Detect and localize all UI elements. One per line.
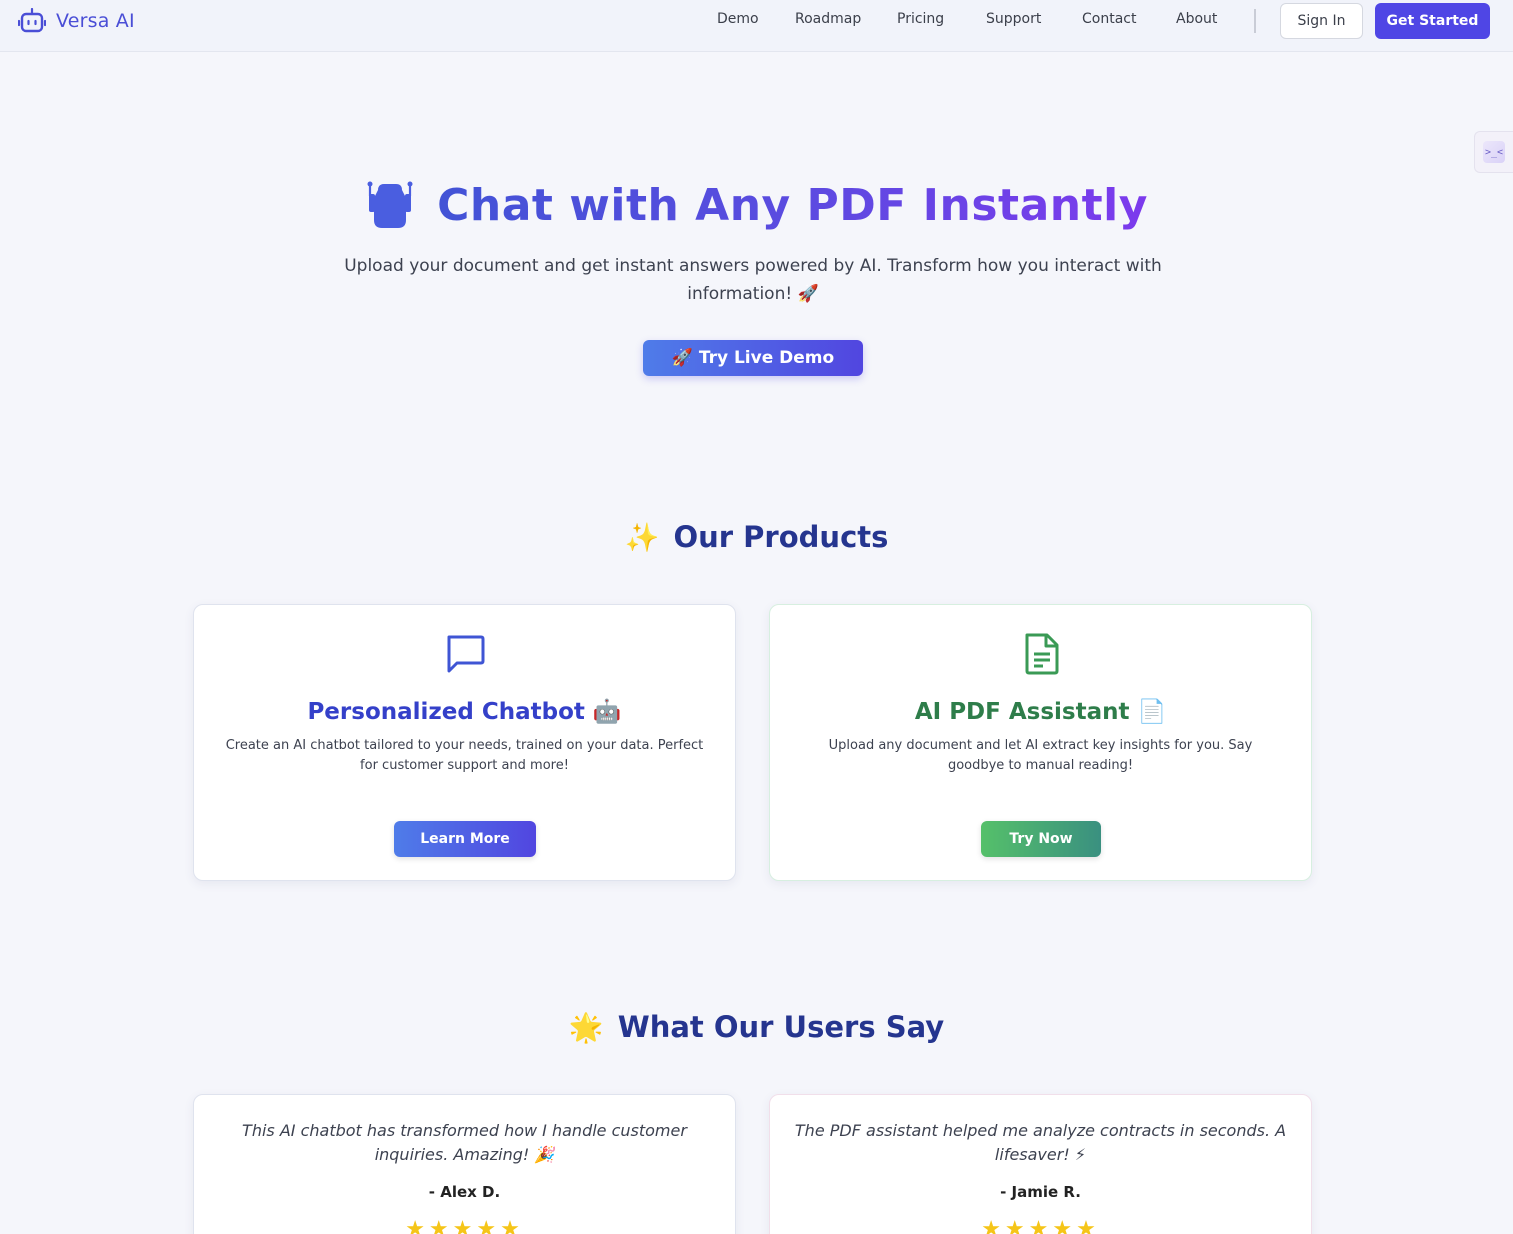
widget-face-icon: >_<	[1483, 141, 1505, 163]
testimonial-card: This AI chatbot has transformed how I ha…	[193, 1094, 736, 1234]
nav-pricing[interactable]: Pricing	[897, 11, 944, 27]
product-description: Upload any document and let AI extract k…	[828, 738, 1253, 773]
products-title: Our Products	[673, 520, 889, 554]
product-card-chatbot: Personalized Chatbot 🤖 Create an AI chat…	[193, 604, 736, 881]
document-icon	[1025, 633, 1059, 675]
get-started-button[interactable]: Get Started	[1375, 3, 1490, 39]
testimonial-author: - Jamie R.	[1000, 1183, 1081, 1201]
sparkles-icon: ✨	[624, 520, 660, 554]
star-rating: ★★★★★	[405, 1217, 524, 1234]
testimonial-card: The PDF assistant helped me analyze cont…	[769, 1094, 1312, 1234]
logo-text: Versa AI	[56, 10, 135, 32]
testimonial-author: - Alex D.	[428, 1183, 501, 1201]
testimonials-heading: 🌟 What Our Users Say	[0, 1007, 1513, 1047]
testimonials-title: What Our Users Say	[617, 1010, 945, 1044]
nav-about[interactable]: About	[1176, 11, 1217, 27]
logo[interactable]: Versa AI	[18, 8, 135, 34]
side-widget-tab[interactable]: >_<	[1474, 131, 1513, 173]
sign-in-button[interactable]: Sign In	[1280, 3, 1363, 39]
nav-support[interactable]: Support	[986, 11, 1041, 27]
chat-bubble-icon	[447, 635, 485, 673]
nav-roadmap[interactable]: Roadmap	[795, 11, 861, 27]
learn-more-button[interactable]: Learn More	[394, 821, 536, 857]
site-header: Versa AI Demo Roadmap Pricing Support Co…	[0, 0, 1513, 52]
nav-divider	[1254, 9, 1256, 33]
robot-icon	[367, 181, 413, 228]
product-description: Create an AI chatbot tailored to your ne…	[225, 738, 704, 773]
try-live-demo-button[interactable]: 🚀 Try Live Demo	[643, 340, 863, 376]
testimonial-quote: The PDF assistant helped me analyze cont…	[794, 1121, 1287, 1164]
product-card-pdf-assistant: AI PDF Assistant 📄 Upload any document a…	[769, 604, 1312, 881]
nav-demo[interactable]: Demo	[717, 11, 759, 27]
glowing-star-icon: 🌟	[568, 1010, 604, 1044]
product-title: AI PDF Assistant 📄	[914, 699, 1167, 725]
try-now-button[interactable]: Try Now	[981, 821, 1101, 857]
testimonial-quote: This AI chatbot has transformed how I ha…	[242, 1121, 687, 1164]
hero-title: Chat with Any PDF Instantly	[437, 179, 1148, 231]
product-title: Personalized Chatbot 🤖	[307, 699, 622, 725]
hero-heading: Chat with Any PDF Instantly	[0, 174, 1513, 236]
hero-subtitle: Upload your document and get instant ans…	[344, 256, 1162, 304]
robot-logo-icon	[18, 8, 46, 33]
nav-contact[interactable]: Contact	[1082, 11, 1136, 27]
products-heading: ✨ Our Products	[0, 517, 1513, 557]
star-rating: ★★★★★	[981, 1217, 1100, 1234]
